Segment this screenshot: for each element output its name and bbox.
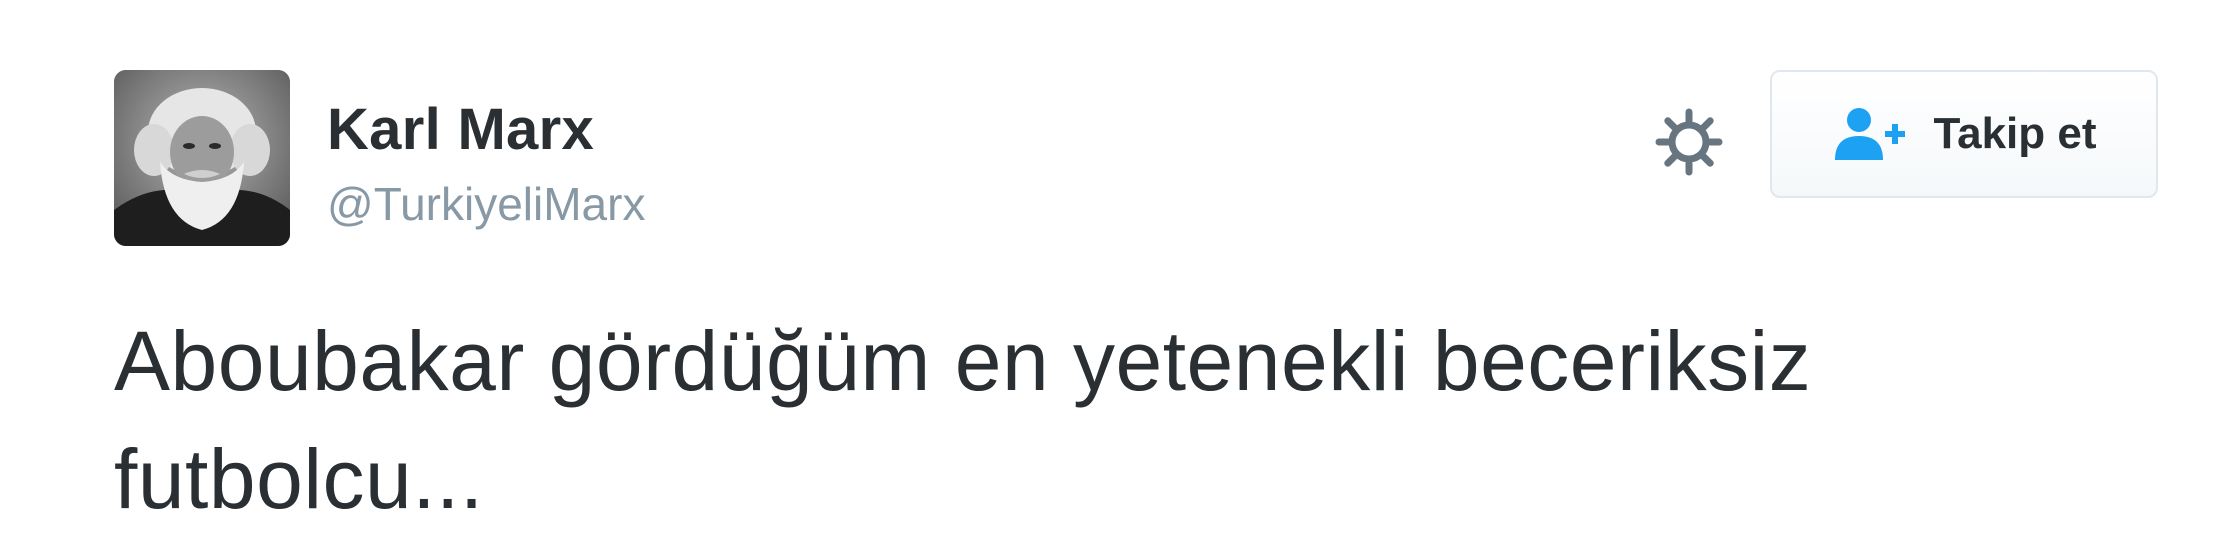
follow-button[interactable]: Takip et	[1770, 70, 2158, 198]
tweet-card: Karl Marx @TurkiyeliMarx Takip et Abouba…	[0, 0, 2234, 555]
tweet-text: Aboubakar gördüğüm en yetenekli beceriks…	[114, 314, 1812, 526]
user-screen-name[interactable]: @TurkiyeliMarx	[327, 177, 645, 231]
user-fullname[interactable]: Karl Marx	[327, 96, 594, 163]
add-user-icon	[1833, 106, 1907, 162]
avatar[interactable]	[114, 70, 290, 246]
follow-button-label: Takip et	[1933, 109, 2097, 158]
portrait-image	[114, 70, 290, 246]
gear-icon[interactable]	[1653, 106, 1725, 178]
